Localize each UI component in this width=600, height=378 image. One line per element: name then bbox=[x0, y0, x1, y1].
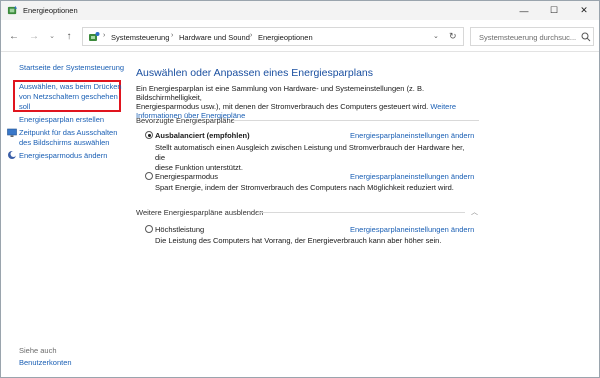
preferred-plans-heading: Bevorzugte Energiesparpläne bbox=[136, 116, 235, 125]
address-bar[interactable]: › Systemsteuerung › Hardware und Sound ›… bbox=[82, 27, 464, 46]
display-icon bbox=[7, 128, 17, 137]
minimize-button[interactable]: — bbox=[509, 1, 539, 20]
power-saver-plan-radio[interactable] bbox=[145, 172, 153, 180]
sidebar-item-sleep[interactable]: Energiesparmodus ändern bbox=[19, 151, 107, 161]
close-icon: ✕ bbox=[580, 5, 588, 15]
section-divider bbox=[257, 212, 465, 213]
sidebar-item-label: des Bildschirms auswählen bbox=[19, 138, 110, 147]
control-panel-icon bbox=[89, 32, 100, 41]
breadcrumb-separator: › bbox=[171, 32, 174, 39]
power-saver-plan-name[interactable]: Energiesparmodus bbox=[155, 172, 218, 181]
balanced-plan-description: Stellt automatisch einen Ausgleich zwisc… bbox=[155, 143, 475, 173]
up-button[interactable]: ↑ bbox=[62, 29, 76, 43]
intro-line: Ein Energiesparplan ist eine Sammlung vo… bbox=[136, 84, 425, 102]
sidebar-item-label: Auswählen, was beim Drücken bbox=[19, 82, 122, 91]
page-title: Auswählen oder Anpassen eines Energiespa… bbox=[136, 67, 373, 79]
chevron-down-icon: ⌄ bbox=[49, 33, 55, 40]
high-performance-plan-settings-link[interactable]: Energiesparplaneinstellungen ändern bbox=[350, 225, 474, 234]
intro-line: Energiesparmodus usw.), mit denen der St… bbox=[136, 102, 481, 111]
sidebar-item-label: soll bbox=[19, 102, 31, 111]
minimize-icon: — bbox=[519, 5, 529, 16]
breadcrumb-hardware-sound[interactable]: Hardware und Sound bbox=[179, 33, 250, 42]
power-options-icon bbox=[7, 5, 18, 15]
window-title: Energieoptionen bbox=[23, 6, 78, 15]
breadcrumb-control-panel[interactable]: Systemsteuerung bbox=[111, 33, 169, 42]
sidebar-item-label: von Netzschaltern geschehen bbox=[19, 92, 118, 101]
title-bar: Energieoptionen — ☐ ✕ bbox=[1, 1, 599, 20]
balanced-plan-name[interactable]: Ausbalanciert (empfohlen) bbox=[155, 131, 250, 140]
power-saver-plan-settings-link[interactable]: Energiesparplaneinstellungen ändern bbox=[350, 172, 474, 181]
balanced-plan-settings-link[interactable]: Energiesparplaneinstellungen ändern bbox=[350, 131, 474, 140]
search-box[interactable]: Systemsteuerung durchsuc... bbox=[470, 27, 594, 46]
navigation-bar: ← → ⌄ ↑ › Systemsteuerung › Hardware und… bbox=[1, 20, 599, 52]
more-info-link[interactable]: Weitere bbox=[430, 102, 456, 111]
sidebar-item-create-plan[interactable]: Energiesparplan erstellen bbox=[19, 115, 104, 125]
maximize-button[interactable]: ☐ bbox=[539, 1, 569, 20]
see-also-heading: Siehe auch bbox=[19, 346, 57, 355]
intro-line-text: Energiesparmodus usw.), mit denen der St… bbox=[136, 102, 429, 111]
forward-button[interactable]: → bbox=[27, 29, 41, 43]
chevron-up-icon[interactable]: ︿ bbox=[471, 207, 478, 217]
breadcrumb-separator: › bbox=[103, 32, 106, 39]
moon-icon bbox=[8, 151, 17, 159]
balanced-plan-radio[interactable] bbox=[145, 131, 153, 139]
search-placeholder: Systemsteuerung durchsuc... bbox=[479, 33, 577, 42]
recent-locations-button[interactable]: ⌄ bbox=[45, 29, 59, 43]
user-accounts-link[interactable]: Benutzerkonten bbox=[19, 358, 72, 368]
section-divider bbox=[233, 120, 479, 121]
sidebar-item-label: Zeitpunkt für das Ausschalten bbox=[19, 128, 118, 137]
refresh-icon[interactable]: ↻ bbox=[449, 31, 457, 42]
power-saver-plan-description: Spart Energie, indem der Stromverbrauch … bbox=[155, 183, 454, 192]
high-performance-plan-name[interactable]: Höchstleistung bbox=[155, 225, 204, 234]
arrow-left-icon: ← bbox=[9, 30, 19, 42]
arrow-right-icon: → bbox=[29, 30, 39, 42]
breadcrumb-power-options[interactable]: Energieoptionen bbox=[258, 33, 313, 42]
address-dropdown-icon[interactable]: ⌄ bbox=[433, 32, 439, 40]
sidebar-item-power-buttons[interactable]: Auswählen, was beim Drücken von Netzscha… bbox=[19, 82, 122, 112]
high-performance-plan-radio[interactable] bbox=[145, 225, 153, 233]
control-panel-window: Energieoptionen — ☐ ✕ ← → ⌄ ↑ › Systemst… bbox=[0, 0, 600, 378]
arrow-up-icon: ↑ bbox=[66, 30, 72, 42]
sidebar-home-link[interactable]: Startseite der Systemsteuerung bbox=[19, 63, 124, 73]
breadcrumb-separator: › bbox=[250, 32, 253, 39]
back-button[interactable]: ← bbox=[7, 29, 21, 43]
maximize-icon: ☐ bbox=[549, 5, 559, 15]
high-performance-plan-description: Die Leistung des Computers hat Vorrang, … bbox=[155, 236, 442, 245]
intro-text: Ein Energiesparplan ist eine Sammlung vo… bbox=[136, 84, 481, 120]
hide-more-plans-toggle[interactable]: Weitere Energiesparpläne ausblenden bbox=[136, 208, 263, 217]
sidebar-item-display-off[interactable]: Zeitpunkt für das Ausschalten des Bildsc… bbox=[19, 128, 117, 148]
close-button[interactable]: ✕ bbox=[569, 1, 599, 20]
search-icon bbox=[581, 32, 591, 42]
description-line: Stellt automatisch einen Ausgleich zwisc… bbox=[155, 143, 465, 162]
